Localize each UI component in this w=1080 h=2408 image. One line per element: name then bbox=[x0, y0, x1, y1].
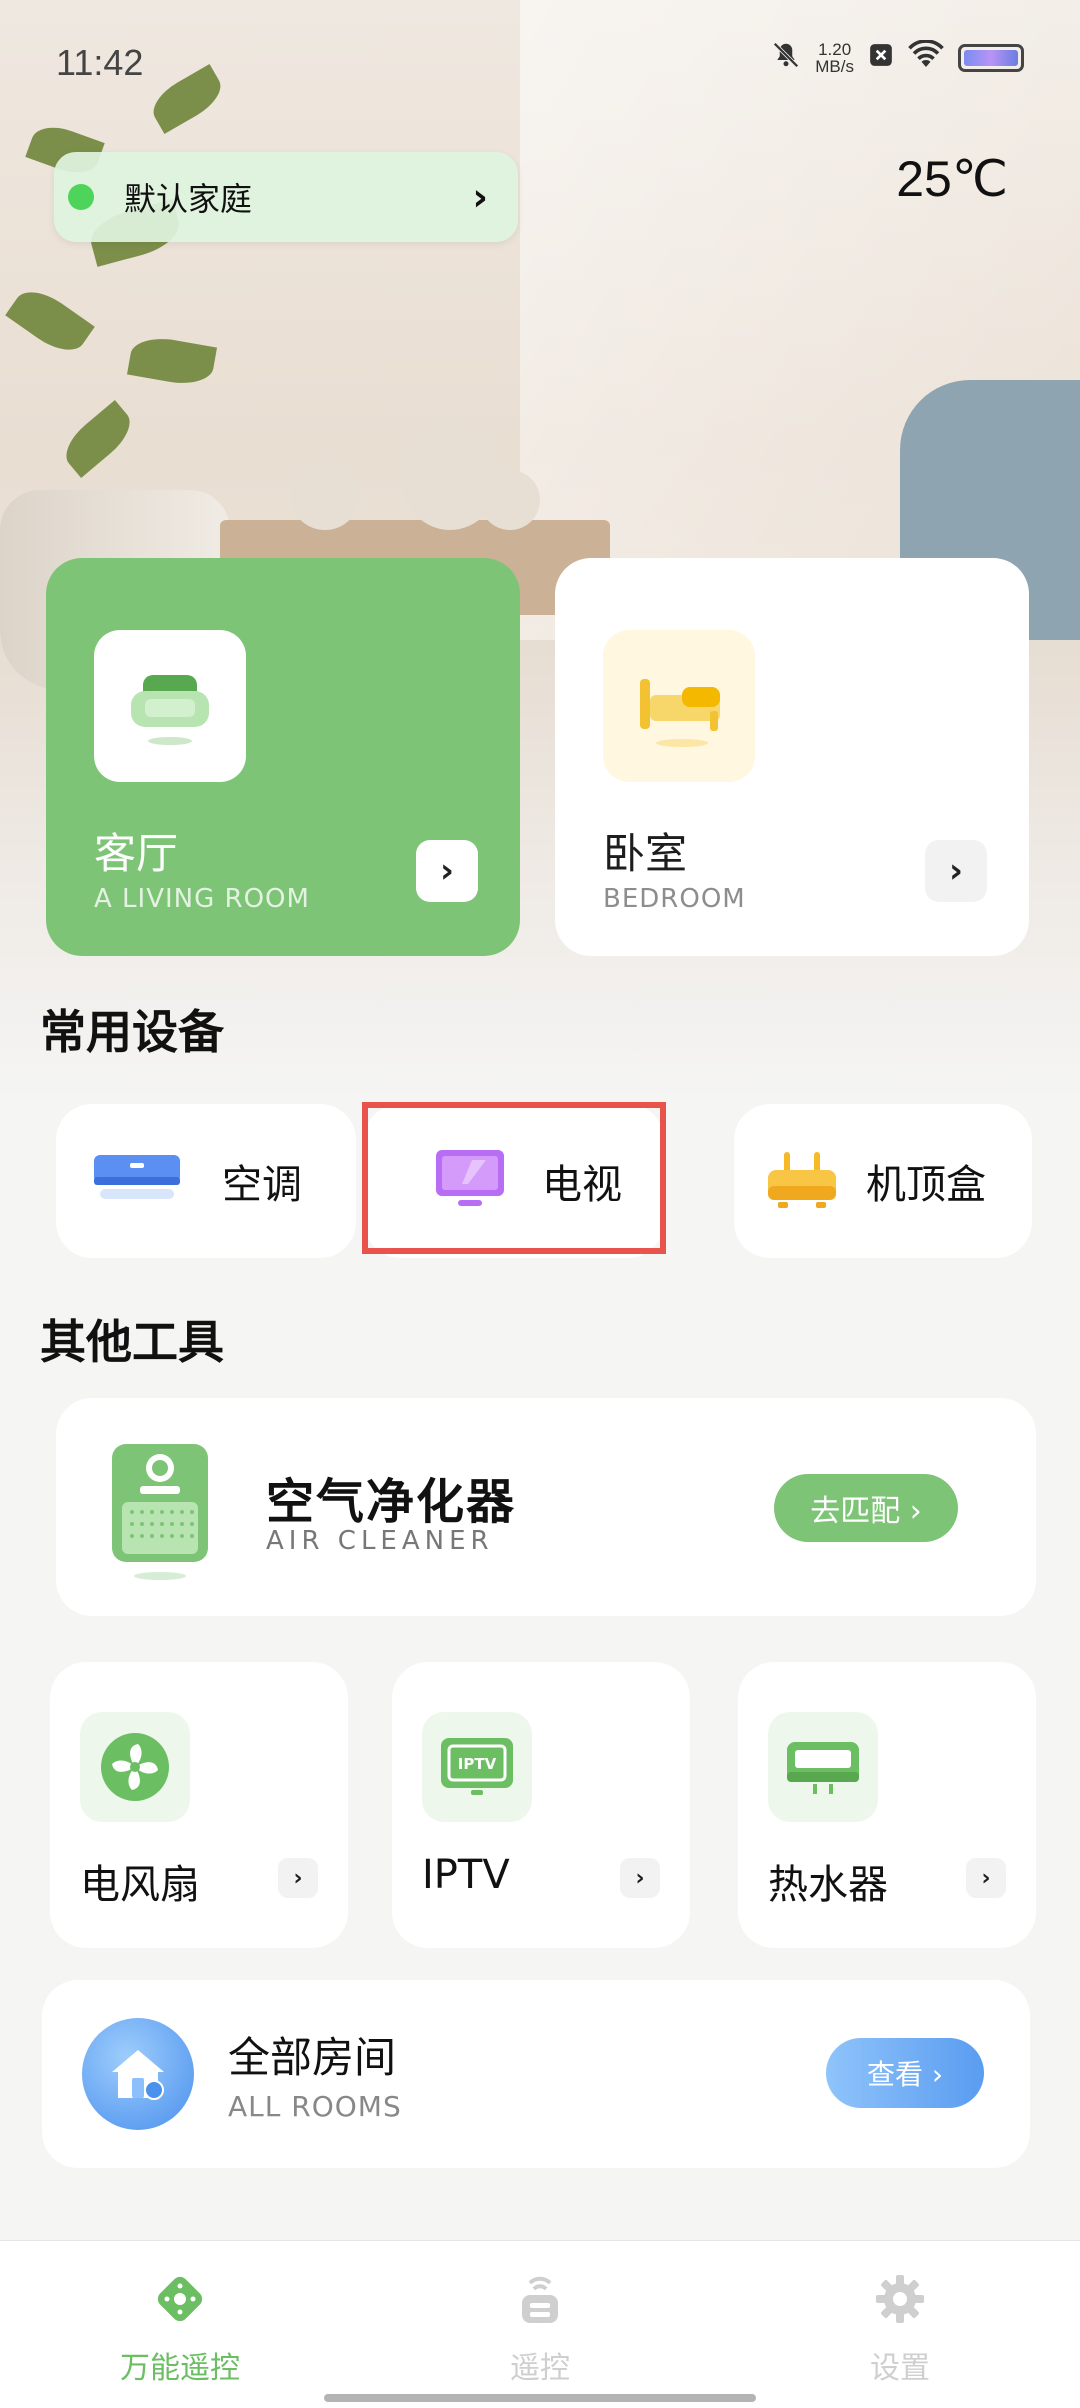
water-heater-icon bbox=[768, 1712, 878, 1822]
remote-icon bbox=[510, 2269, 570, 2333]
room-subtitle: BEDROOM bbox=[603, 884, 746, 914]
plant-leaf bbox=[126, 333, 218, 389]
gear-icon bbox=[870, 2269, 930, 2333]
status-bar: 11:42 1.20 MB/s bbox=[0, 0, 1080, 110]
home-name: 默认家庭 bbox=[124, 180, 253, 218]
net-speed: 1.20 MB/s bbox=[815, 41, 854, 75]
status-time: 11:42 bbox=[56, 42, 144, 83]
device-card-set-top-box[interactable]: 机顶盒 bbox=[734, 1104, 1032, 1258]
iptv-icon-text: IPTV bbox=[458, 1755, 497, 1773]
battery-icon bbox=[958, 44, 1024, 72]
vase bbox=[290, 460, 360, 530]
room-name: 客厅 bbox=[94, 829, 179, 878]
all-rooms-subtitle: ALL ROOMS bbox=[228, 2090, 402, 2123]
universal-remote-icon bbox=[150, 2269, 210, 2333]
chevron-right-icon[interactable]: › bbox=[966, 1858, 1006, 1898]
room-card-bedroom[interactable]: 卧室 BEDROOM › bbox=[555, 558, 1029, 956]
plant-leaf bbox=[56, 400, 140, 478]
tool-name: 热水器 bbox=[768, 1862, 888, 1908]
tool-name: 电风扇 bbox=[80, 1862, 200, 1908]
house-icon bbox=[82, 2018, 194, 2130]
match-button[interactable]: 去匹配 › bbox=[774, 1474, 958, 1542]
home-status-dot bbox=[68, 184, 94, 210]
bed-icon bbox=[603, 630, 755, 782]
net-speed-unit: MB/s bbox=[815, 57, 854, 76]
status-icons: 1.20 MB/s bbox=[771, 39, 1024, 76]
tool-card-iptv[interactable]: IPTV IPTV › bbox=[392, 1662, 690, 1948]
set-top-box-icon bbox=[764, 1146, 840, 1216]
home-selector[interactable]: 默认家庭 › bbox=[54, 152, 518, 242]
view-button[interactable]: 查看 › bbox=[826, 2038, 984, 2108]
device-label: 机顶盒 bbox=[866, 1162, 986, 1208]
fan-icon bbox=[80, 1712, 190, 1822]
air-cleaner-card[interactable]: 空气净化器 AIR CLEANER 去匹配 › bbox=[56, 1398, 1036, 1616]
chevron-right-icon[interactable]: › bbox=[278, 1858, 318, 1898]
section-title-common-devices: 常用设备 bbox=[40, 1005, 224, 1059]
chevron-right-icon: › bbox=[472, 175, 488, 219]
sofa-icon bbox=[94, 630, 246, 782]
mute-icon bbox=[771, 40, 801, 76]
highlight-box bbox=[362, 1102, 666, 1254]
room-subtitle: A LIVING ROOM bbox=[94, 884, 310, 914]
iptv-icon: IPTV bbox=[422, 1712, 532, 1822]
home-indicator[interactable] bbox=[324, 2394, 756, 2402]
room-name: 卧室 bbox=[603, 829, 688, 878]
device-card-air-conditioner[interactable]: 空调 bbox=[56, 1104, 356, 1258]
tool-name: IPTV bbox=[422, 1852, 510, 1898]
nav-remote[interactable]: 遥控 bbox=[360, 2241, 720, 2408]
nav-settings[interactable]: 设置 bbox=[720, 2241, 1080, 2408]
plant-leaf bbox=[5, 280, 95, 362]
room-open-button[interactable]: › bbox=[925, 840, 987, 902]
net-speed-value: 1.20 bbox=[818, 40, 852, 59]
device-label: 空调 bbox=[222, 1162, 302, 1208]
vase bbox=[480, 470, 540, 530]
tool-card-water-heater[interactable]: 热水器 › bbox=[738, 1662, 1036, 1948]
air-cleaner-icon bbox=[108, 1442, 212, 1586]
air-cleaner-subtitle: AIR CLEANER bbox=[266, 1526, 494, 1556]
all-rooms-title: 全部房间 bbox=[228, 2033, 397, 2082]
wifi-icon bbox=[908, 39, 944, 76]
nav-label: 遥控 bbox=[510, 2351, 570, 2386]
nav-label: 设置 bbox=[870, 2351, 930, 2386]
close-box-icon bbox=[868, 42, 894, 74]
bottom-nav: 万能遥控 遥控 设置 bbox=[0, 2240, 1080, 2408]
temperature: 25℃ bbox=[896, 151, 1008, 207]
tool-card-fan[interactable]: 电风扇 › bbox=[50, 1662, 348, 1948]
section-title-other-tools: 其他工具 bbox=[40, 1315, 224, 1369]
nav-universal-remote[interactable]: 万能遥控 bbox=[0, 2241, 360, 2408]
nav-label: 万能遥控 bbox=[120, 2351, 240, 2386]
air-conditioner-icon bbox=[90, 1147, 184, 1215]
all-rooms-card[interactable]: 全部房间 ALL ROOMS 查看 › bbox=[42, 1980, 1030, 2168]
chevron-right-icon[interactable]: › bbox=[620, 1858, 660, 1898]
air-cleaner-title: 空气净化器 bbox=[266, 1474, 517, 1530]
room-card-living[interactable]: 客厅 A LIVING ROOM › bbox=[46, 558, 520, 956]
room-open-button[interactable]: › bbox=[416, 840, 478, 902]
